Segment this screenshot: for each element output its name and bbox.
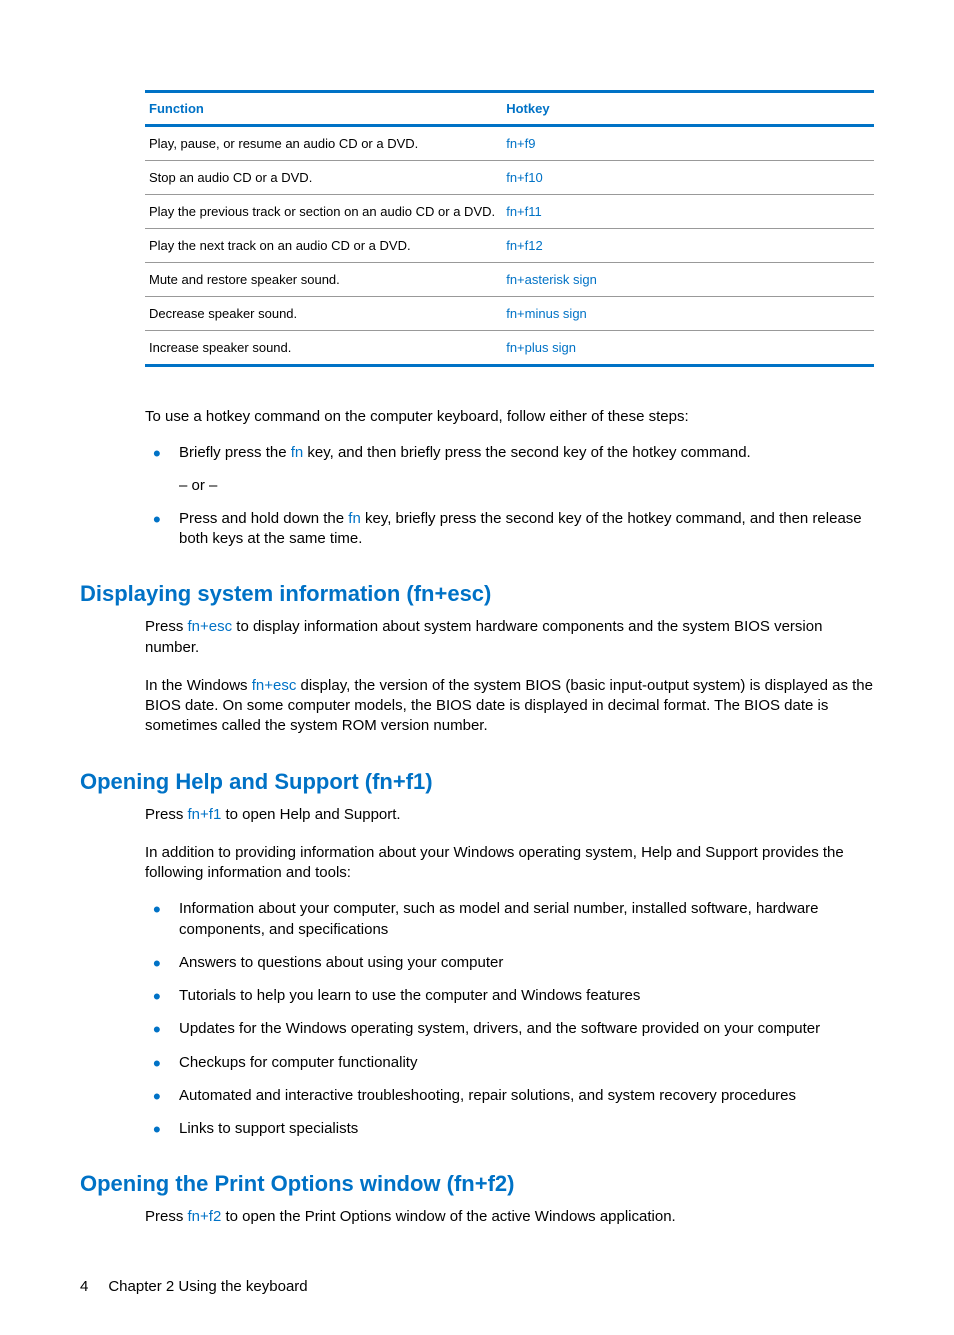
table-header-function: Function <box>145 92 502 126</box>
table-row: Play, pause, or resume an audio CD or a … <box>145 126 874 161</box>
text-fragment: key, and then briefly press the second k… <box>303 444 750 461</box>
section-heading-print-options: Opening the Print Options window (fn+f2) <box>80 1171 874 1197</box>
function-cell: Play the previous track or section on an… <box>145 195 502 229</box>
hotkey-cell: fn+f12 <box>502 229 874 263</box>
list-item: Information about your computer, such as… <box>145 899 874 940</box>
function-cell: Decrease speaker sound. <box>145 297 502 331</box>
section-heading-help-support: Opening Help and Support (fn+f1) <box>80 769 874 795</box>
document-page: Function Hotkey Play, pause, or resume a… <box>0 0 954 1335</box>
text-fragment: to display information about system hard… <box>145 618 822 655</box>
paragraph: Press fn+f1 to open Help and Support. <box>145 805 874 825</box>
hotkey-cell: fn+minus sign <box>502 297 874 331</box>
hotkey-text: fn+esc <box>252 677 297 694</box>
function-cell: Play, pause, or resume an audio CD or a … <box>145 126 502 161</box>
text-fragment: Press and hold down the <box>179 510 348 527</box>
list-item: Checkups for computer functionality <box>145 1053 874 1073</box>
table-row: Play the next track on an audio CD or a … <box>145 229 874 263</box>
table-body: Play, pause, or resume an audio CD or a … <box>145 126 874 366</box>
table-row: Stop an audio CD or a DVD.fn+f10 <box>145 161 874 195</box>
list-item: Updates for the Windows operating system… <box>145 1019 874 1039</box>
page-number: 4 <box>80 1278 88 1295</box>
list-item: Automated and interactive troubleshootin… <box>145 1086 874 1106</box>
list-item: Press and hold down the fn key, briefly … <box>145 509 874 550</box>
fn-key-text: fn <box>291 444 304 461</box>
paragraph: In addition to providing information abo… <box>145 843 874 884</box>
table-row: Play the previous track or section on an… <box>145 195 874 229</box>
text-fragment: Press <box>145 618 188 635</box>
hotkeys-table: Function Hotkey Play, pause, or resume a… <box>145 90 874 367</box>
hotkey-text: fn+f1 <box>188 806 222 823</box>
list-item: Answers to questions about using your co… <box>145 953 874 973</box>
paragraph: Press fn+esc to display information abou… <box>145 617 874 658</box>
section-body: Press fn+f1 to open Help and Support. In… <box>145 805 874 1140</box>
section-body: Press fn+f2 to open the Print Options wi… <box>145 1207 874 1227</box>
hotkey-cell: fn+plus sign <box>502 331 874 366</box>
table-header-hotkey: Hotkey <box>502 92 874 126</box>
chapter-label: Chapter 2 Using the keyboard <box>108 1278 307 1295</box>
hotkey-text: fn+esc <box>188 618 233 635</box>
text-fragment: to open the Print Options window of the … <box>221 1208 675 1225</box>
paragraph: Press fn+f2 to open the Print Options wi… <box>145 1207 874 1227</box>
list-item: Briefly press the fn key, and then brief… <box>145 443 874 496</box>
table-row: Decrease speaker sound.fn+minus sign <box>145 297 874 331</box>
function-cell: Stop an audio CD or a DVD. <box>145 161 502 195</box>
fn-key-text: fn <box>348 510 361 527</box>
text-fragment: Briefly press the <box>179 444 291 461</box>
function-cell: Increase speaker sound. <box>145 331 502 366</box>
table-container: Function Hotkey Play, pause, or resume a… <box>145 90 874 549</box>
text-fragment: In the Windows <box>145 677 252 694</box>
paragraph: In the Windows fn+esc display, the versi… <box>145 676 874 737</box>
hotkey-cell: fn+f10 <box>502 161 874 195</box>
page-footer: 4 Chapter 2 Using the keyboard <box>80 1278 874 1295</box>
text-fragment: Press <box>145 1208 188 1225</box>
help-support-list: Information about your computer, such as… <box>145 899 874 1139</box>
table-row: Mute and restore speaker sound.fn+asteri… <box>145 263 874 297</box>
hotkey-cell: fn+asterisk sign <box>502 263 874 297</box>
list-item: Tutorials to help you learn to use the c… <box>145 986 874 1006</box>
section-heading-system-info: Displaying system information (fn+esc) <box>80 581 874 607</box>
table-row: Increase speaker sound.fn+plus sign <box>145 331 874 366</box>
list-item: Links to support specialists <box>145 1119 874 1139</box>
or-separator: – or – <box>179 476 874 496</box>
hotkey-text: fn+f2 <box>188 1208 222 1225</box>
function-cell: Mute and restore speaker sound. <box>145 263 502 297</box>
hotkey-cell: fn+f11 <box>502 195 874 229</box>
hotkey-cell: fn+f9 <box>502 126 874 161</box>
intro-lead: To use a hotkey command on the computer … <box>145 407 874 427</box>
function-cell: Play the next track on an audio CD or a … <box>145 229 502 263</box>
intro-bullets: Briefly press the fn key, and then brief… <box>145 443 874 549</box>
text-fragment: Press <box>145 806 188 823</box>
section-body: Press fn+esc to display information abou… <box>145 617 874 736</box>
text-fragment: to open Help and Support. <box>221 806 400 823</box>
